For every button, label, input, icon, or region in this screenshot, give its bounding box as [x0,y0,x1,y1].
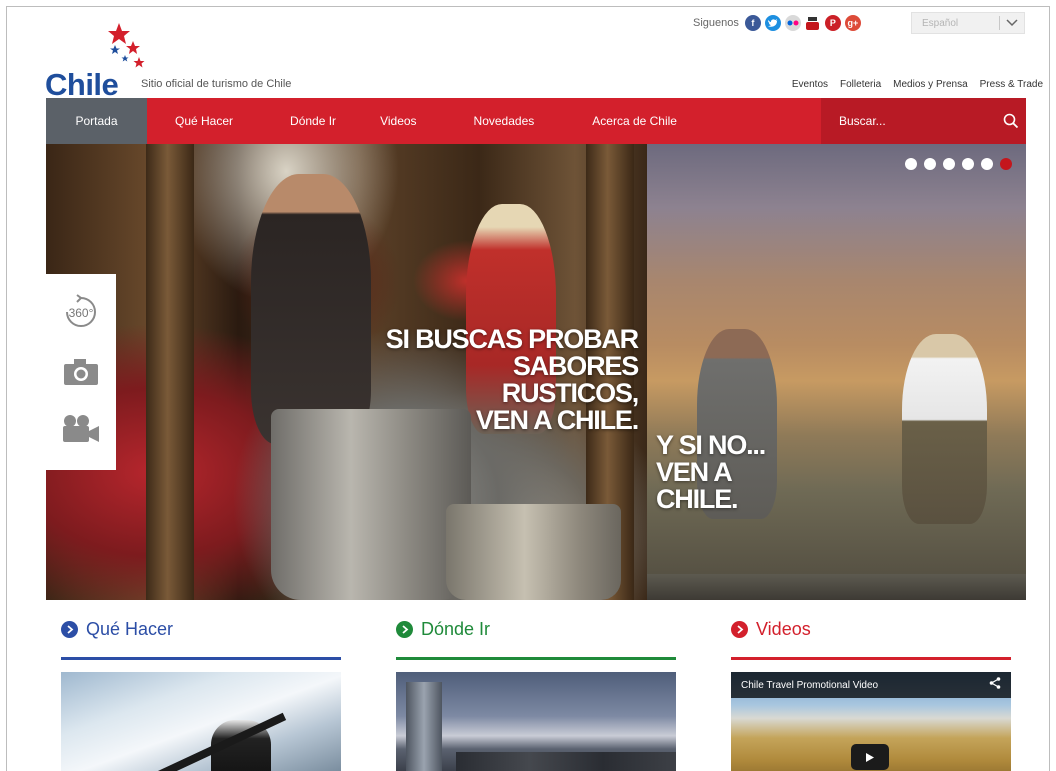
camera-icon[interactable] [62,357,100,392]
share-icon[interactable] [989,676,1001,694]
top-link-press-trade[interactable]: Press & Trade [980,79,1043,90]
search-box[interactable]: Buscar... [821,98,1026,144]
search-icon[interactable] [996,113,1026,129]
language-select[interactable]: Español [911,12,1025,34]
water-reflection [647,574,1026,600]
donde-ir-thumbnail[interactable] [396,672,676,771]
slogan-line: SI BUSCAS PROBAR [385,324,640,354]
slider-dot[interactable] [905,158,917,170]
twitter-icon[interactable] [764,15,781,31]
play-icon [866,752,874,762]
social-label: Siguenos [693,17,739,29]
page-frame: Chile Sitio oficial de turismo de Chile … [6,6,1050,771]
slider-dot-active[interactable] [1000,158,1012,170]
section-que-hacer: Qué Hacer [61,617,341,771]
section-header[interactable]: Dónde Ir [396,617,676,641]
chevron-right-icon[interactable] [396,620,413,638]
360-label: 360° [69,306,94,320]
nav-item-videos[interactable]: Videos [380,98,416,144]
section-title[interactable]: Qué Hacer [86,619,173,640]
facebook-icon[interactable]: f [744,15,761,31]
media-panel: 360° [46,274,116,470]
section-header[interactable]: Qué Hacer [61,617,341,641]
hero-slider[interactable]: SI BUSCAS PROBAR SABORES RUSTICOS, VEN A… [46,144,1026,600]
section-divider [61,657,341,660]
section-title[interactable]: Dónde Ir [421,619,490,640]
slogan-line: VEN A CHILE. [475,405,639,435]
top-link-folleteria[interactable]: Folleteria [840,79,881,90]
search-input[interactable]: Buscar... [839,114,996,128]
section-videos: Videos Chile Travel Promotional Video [731,617,1011,771]
video-camera-icon[interactable] [61,414,101,451]
slider-dot[interactable] [943,158,955,170]
slogan-line: SABORES RUSTICOS, [501,351,639,408]
top-link-eventos[interactable]: Eventos [792,79,828,90]
site-tagline: Sitio oficial de turismo de Chile [141,78,292,90]
skyscraper [406,682,442,771]
hero-image-desert [647,144,1026,600]
video-title-bar: Chile Travel Promotional Video [731,672,1011,698]
slider-dot[interactable] [924,158,936,170]
slider-dot[interactable] [981,158,993,170]
wooden-post [146,144,194,600]
top-links: Eventos Folleteria Medios y Prensa Press… [792,79,1043,90]
cooking-pot [271,409,471,600]
section-divider [731,657,1011,660]
section-donde-ir: Dónde Ir [396,617,676,771]
musician-figure [251,174,371,444]
section-header[interactable]: Videos [731,617,1011,641]
top-link-medios-prensa[interactable]: Medios y Prensa [893,79,967,90]
nav-item-portada[interactable]: Portada [46,98,147,144]
city-skyline [456,752,676,771]
hero-slogan-secondary: Y SI NO... VEN A CHILE. [656,432,816,513]
play-button[interactable] [851,744,889,770]
section-title[interactable]: Videos [756,619,811,640]
chevron-down-icon[interactable] [1000,19,1024,27]
cooking-pot [446,504,621,600]
slogan-line: Y SI NO... [656,430,766,460]
youtube-icon[interactable] [805,15,821,31]
chile-logo[interactable]: Chile [45,21,155,102]
video-title[interactable]: Chile Travel Promotional Video [741,680,989,691]
social-links: Siguenos f P g+ [693,15,861,31]
nav-item-acerca-de-chile[interactable]: Acerca de Chile [592,98,677,144]
hero-slogan-primary: SI BUSCAS PROBAR SABORES RUSTICOS, VEN A… [376,324,640,435]
language-selected: Español [922,17,959,29]
slider-dot[interactable] [962,158,974,170]
360-icon[interactable]: 360° [61,293,101,336]
chevron-right-icon[interactable] [731,620,748,638]
main-nav: Portada Qué Hacer Dónde Ir Videos Noveda… [46,98,1026,144]
google-plus-icon[interactable]: g+ [844,15,861,31]
que-hacer-thumbnail[interactable] [61,672,341,771]
nav-item-donde-ir[interactable]: Dónde Ir [290,98,336,144]
nav-item-novedades[interactable]: Novedades [474,98,535,144]
nav-item-que-hacer[interactable]: Qué Hacer [175,98,233,144]
pinterest-icon[interactable]: P [824,15,841,31]
slider-dots [905,158,1012,170]
section-divider [396,657,676,660]
slogan-line: VEN A CHILE. [656,457,739,514]
chevron-right-icon[interactable] [61,620,78,638]
traveler-figure [902,334,987,524]
video-player[interactable]: Chile Travel Promotional Video [731,672,1011,771]
flickr-icon[interactable] [784,15,801,31]
